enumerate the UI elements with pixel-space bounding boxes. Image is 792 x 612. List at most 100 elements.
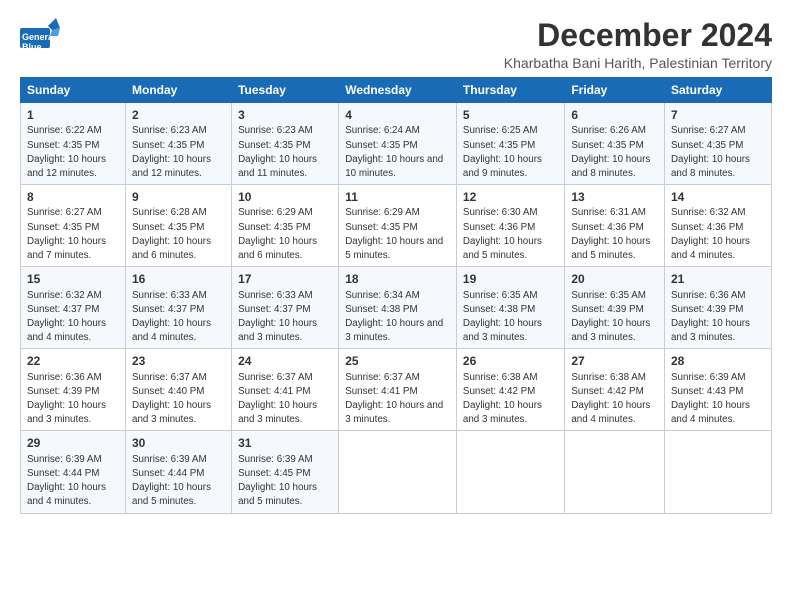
cell-1-7: 7Sunrise: 6:27 AMSunset: 4:35 PMDaylight… (664, 103, 771, 185)
sunset-info: Sunset: 4:38 PM (345, 304, 417, 315)
cell-3-6: 20Sunrise: 6:35 AMSunset: 4:39 PMDayligh… (565, 267, 665, 349)
cell-3-3: 17Sunrise: 6:33 AMSunset: 4:37 PMDayligh… (232, 267, 339, 349)
daylight-info: Daylight: 10 hours and 9 minutes. (463, 154, 542, 179)
sunrise-info: Sunrise: 6:27 AM (27, 207, 102, 218)
col-header-saturday: Saturday (664, 78, 771, 103)
daylight-info: Daylight: 10 hours and 3 minutes. (27, 400, 106, 425)
day-number: 6 (571, 107, 658, 123)
day-number: 12 (463, 189, 558, 205)
day-number: 16 (132, 271, 225, 287)
daylight-info: Daylight: 10 hours and 6 minutes. (132, 236, 211, 261)
cell-4-2: 23Sunrise: 6:37 AMSunset: 4:40 PMDayligh… (126, 349, 232, 431)
sunrise-info: Sunrise: 6:39 AM (671, 372, 746, 383)
daylight-info: Daylight: 10 hours and 5 minutes. (345, 236, 443, 261)
day-number: 9 (132, 189, 225, 205)
day-number: 4 (345, 107, 450, 123)
day-number: 10 (238, 189, 332, 205)
col-header-wednesday: Wednesday (339, 78, 457, 103)
day-number: 25 (345, 353, 450, 369)
cell-1-3: 3Sunrise: 6:23 AMSunset: 4:35 PMDaylight… (232, 103, 339, 185)
daylight-info: Daylight: 10 hours and 4 minutes. (571, 400, 650, 425)
sunset-info: Sunset: 4:40 PM (132, 386, 204, 397)
daylight-info: Daylight: 10 hours and 3 minutes. (345, 400, 443, 425)
cell-5-5 (456, 431, 564, 513)
day-number: 3 (238, 107, 332, 123)
cell-2-6: 13Sunrise: 6:31 AMSunset: 4:36 PMDayligh… (565, 185, 665, 267)
cell-2-2: 9Sunrise: 6:28 AMSunset: 4:35 PMDaylight… (126, 185, 232, 267)
daylight-info: Daylight: 10 hours and 3 minutes. (671, 318, 750, 343)
sunrise-info: Sunrise: 6:32 AM (671, 207, 746, 218)
sunrise-info: Sunrise: 6:26 AM (571, 125, 646, 136)
sunset-info: Sunset: 4:41 PM (345, 386, 417, 397)
sunrise-info: Sunrise: 6:34 AM (345, 290, 420, 301)
sunrise-info: Sunrise: 6:31 AM (571, 207, 646, 218)
day-number: 15 (27, 271, 119, 287)
cell-4-1: 22Sunrise: 6:36 AMSunset: 4:39 PMDayligh… (21, 349, 126, 431)
day-number: 21 (671, 271, 765, 287)
week-row-5: 29Sunrise: 6:39 AMSunset: 4:44 PMDayligh… (21, 431, 772, 513)
day-number: 30 (132, 435, 225, 451)
sunrise-info: Sunrise: 6:35 AM (463, 290, 538, 301)
daylight-info: Daylight: 10 hours and 4 minutes. (27, 318, 106, 343)
day-number: 31 (238, 435, 332, 451)
cell-4-4: 25Sunrise: 6:37 AMSunset: 4:41 PMDayligh… (339, 349, 457, 431)
sunset-info: Sunset: 4:39 PM (27, 386, 99, 397)
sunrise-info: Sunrise: 6:27 AM (671, 125, 746, 136)
cell-3-1: 15 Sunrise: 6:32 AM Sunset: 4:37 PM Dayligh… (21, 267, 126, 349)
sunset-info: Sunset: 4:36 PM (571, 222, 643, 233)
daylight-info: Daylight: 10 hours and 3 minutes. (463, 318, 542, 343)
cell-4-7: 28Sunrise: 6:39 AMSunset: 4:43 PMDayligh… (664, 349, 771, 431)
logo: General Blue (20, 18, 64, 56)
day-number: 14 (671, 189, 765, 205)
daylight-info: Daylight: 10 hours and 5 minutes. (132, 482, 211, 507)
sunset-info: Sunset: 4:42 PM (571, 386, 643, 397)
daylight-info: Daylight: 10 hours and 3 minutes. (238, 400, 317, 425)
sunrise-info: Sunrise: 6:37 AM (132, 372, 207, 383)
cell-1-5: 5Sunrise: 6:25 AMSunset: 4:35 PMDaylight… (456, 103, 564, 185)
sunrise-info: Sunrise: 6:39 AM (132, 454, 207, 465)
day-number: 7 (671, 107, 765, 123)
daylight-info: Daylight: 10 hours and 5 minutes. (463, 236, 542, 261)
svg-text:General: General (22, 32, 56, 42)
day-number: 18 (345, 271, 450, 287)
sunrise-info: Sunrise: 6:29 AM (345, 207, 420, 218)
sunset-info: Sunset: 4:36 PM (671, 222, 743, 233)
sunset-info: Sunset: 4:37 PM (27, 304, 99, 315)
daylight-info: Daylight: 10 hours and 5 minutes. (238, 482, 317, 507)
sunrise-info: Sunrise: 6:35 AM (571, 290, 646, 301)
calendar-header-row: SundayMondayTuesdayWednesdayThursdayFrid… (21, 78, 772, 103)
main-title: December 2024 (504, 18, 772, 53)
calendar-body: 1Sunrise: 6:22 AMSunset: 4:35 PMDaylight… (21, 103, 772, 513)
sunset-info: Sunset: 4:39 PM (571, 304, 643, 315)
sunset-info: Sunset: 4:35 PM (132, 140, 204, 151)
sunset-info: Sunset: 4:38 PM (463, 304, 535, 315)
sunrise-info: Sunrise: 6:37 AM (238, 372, 313, 383)
sunrise-info: Sunrise: 6:38 AM (463, 372, 538, 383)
daylight-info: Daylight: 10 hours and 6 minutes. (238, 236, 317, 261)
sunrise-info: Sunrise: 6:39 AM (27, 454, 102, 465)
daylight-info: Daylight: 10 hours and 10 minutes. (345, 154, 443, 179)
cell-4-3: 24Sunrise: 6:37 AMSunset: 4:41 PMDayligh… (232, 349, 339, 431)
sunrise-info: Sunrise: 6:33 AM (132, 290, 207, 301)
sunrise-info: Sunrise: 6:25 AM (463, 125, 538, 136)
col-header-tuesday: Tuesday (232, 78, 339, 103)
sunset-info: Sunset: 4:35 PM (27, 222, 99, 233)
daylight-info: Daylight: 10 hours and 3 minutes. (238, 318, 317, 343)
daylight-info: Daylight: 10 hours and 12 minutes. (27, 154, 106, 179)
cell-4-6: 27Sunrise: 6:38 AMSunset: 4:42 PMDayligh… (565, 349, 665, 431)
subtitle: Kharbatha Bani Harith, Palestinian Terri… (504, 55, 772, 71)
cell-3-4: 18Sunrise: 6:34 AMSunset: 4:38 PMDayligh… (339, 267, 457, 349)
cell-5-3: 31Sunrise: 6:39 AMSunset: 4:45 PMDayligh… (232, 431, 339, 513)
sunrise-info: Sunrise: 6:39 AM (238, 454, 313, 465)
col-header-sunday: Sunday (21, 78, 126, 103)
day-number: 24 (238, 353, 332, 369)
day-number: 20 (571, 271, 658, 287)
sunset-info: Sunset: 4:35 PM (345, 140, 417, 151)
sunrise-info: Sunrise: 6:32 AM (27, 290, 102, 301)
daylight-info: Daylight: 10 hours and 3 minutes. (463, 400, 542, 425)
sunrise-info: Sunrise: 6:33 AM (238, 290, 313, 301)
daylight-info: Daylight: 10 hours and 12 minutes. (132, 154, 211, 179)
day-number: 2 (132, 107, 225, 123)
daylight-info: Daylight: 10 hours and 7 minutes. (27, 236, 106, 261)
daylight-info: Daylight: 10 hours and 4 minutes. (671, 236, 750, 261)
